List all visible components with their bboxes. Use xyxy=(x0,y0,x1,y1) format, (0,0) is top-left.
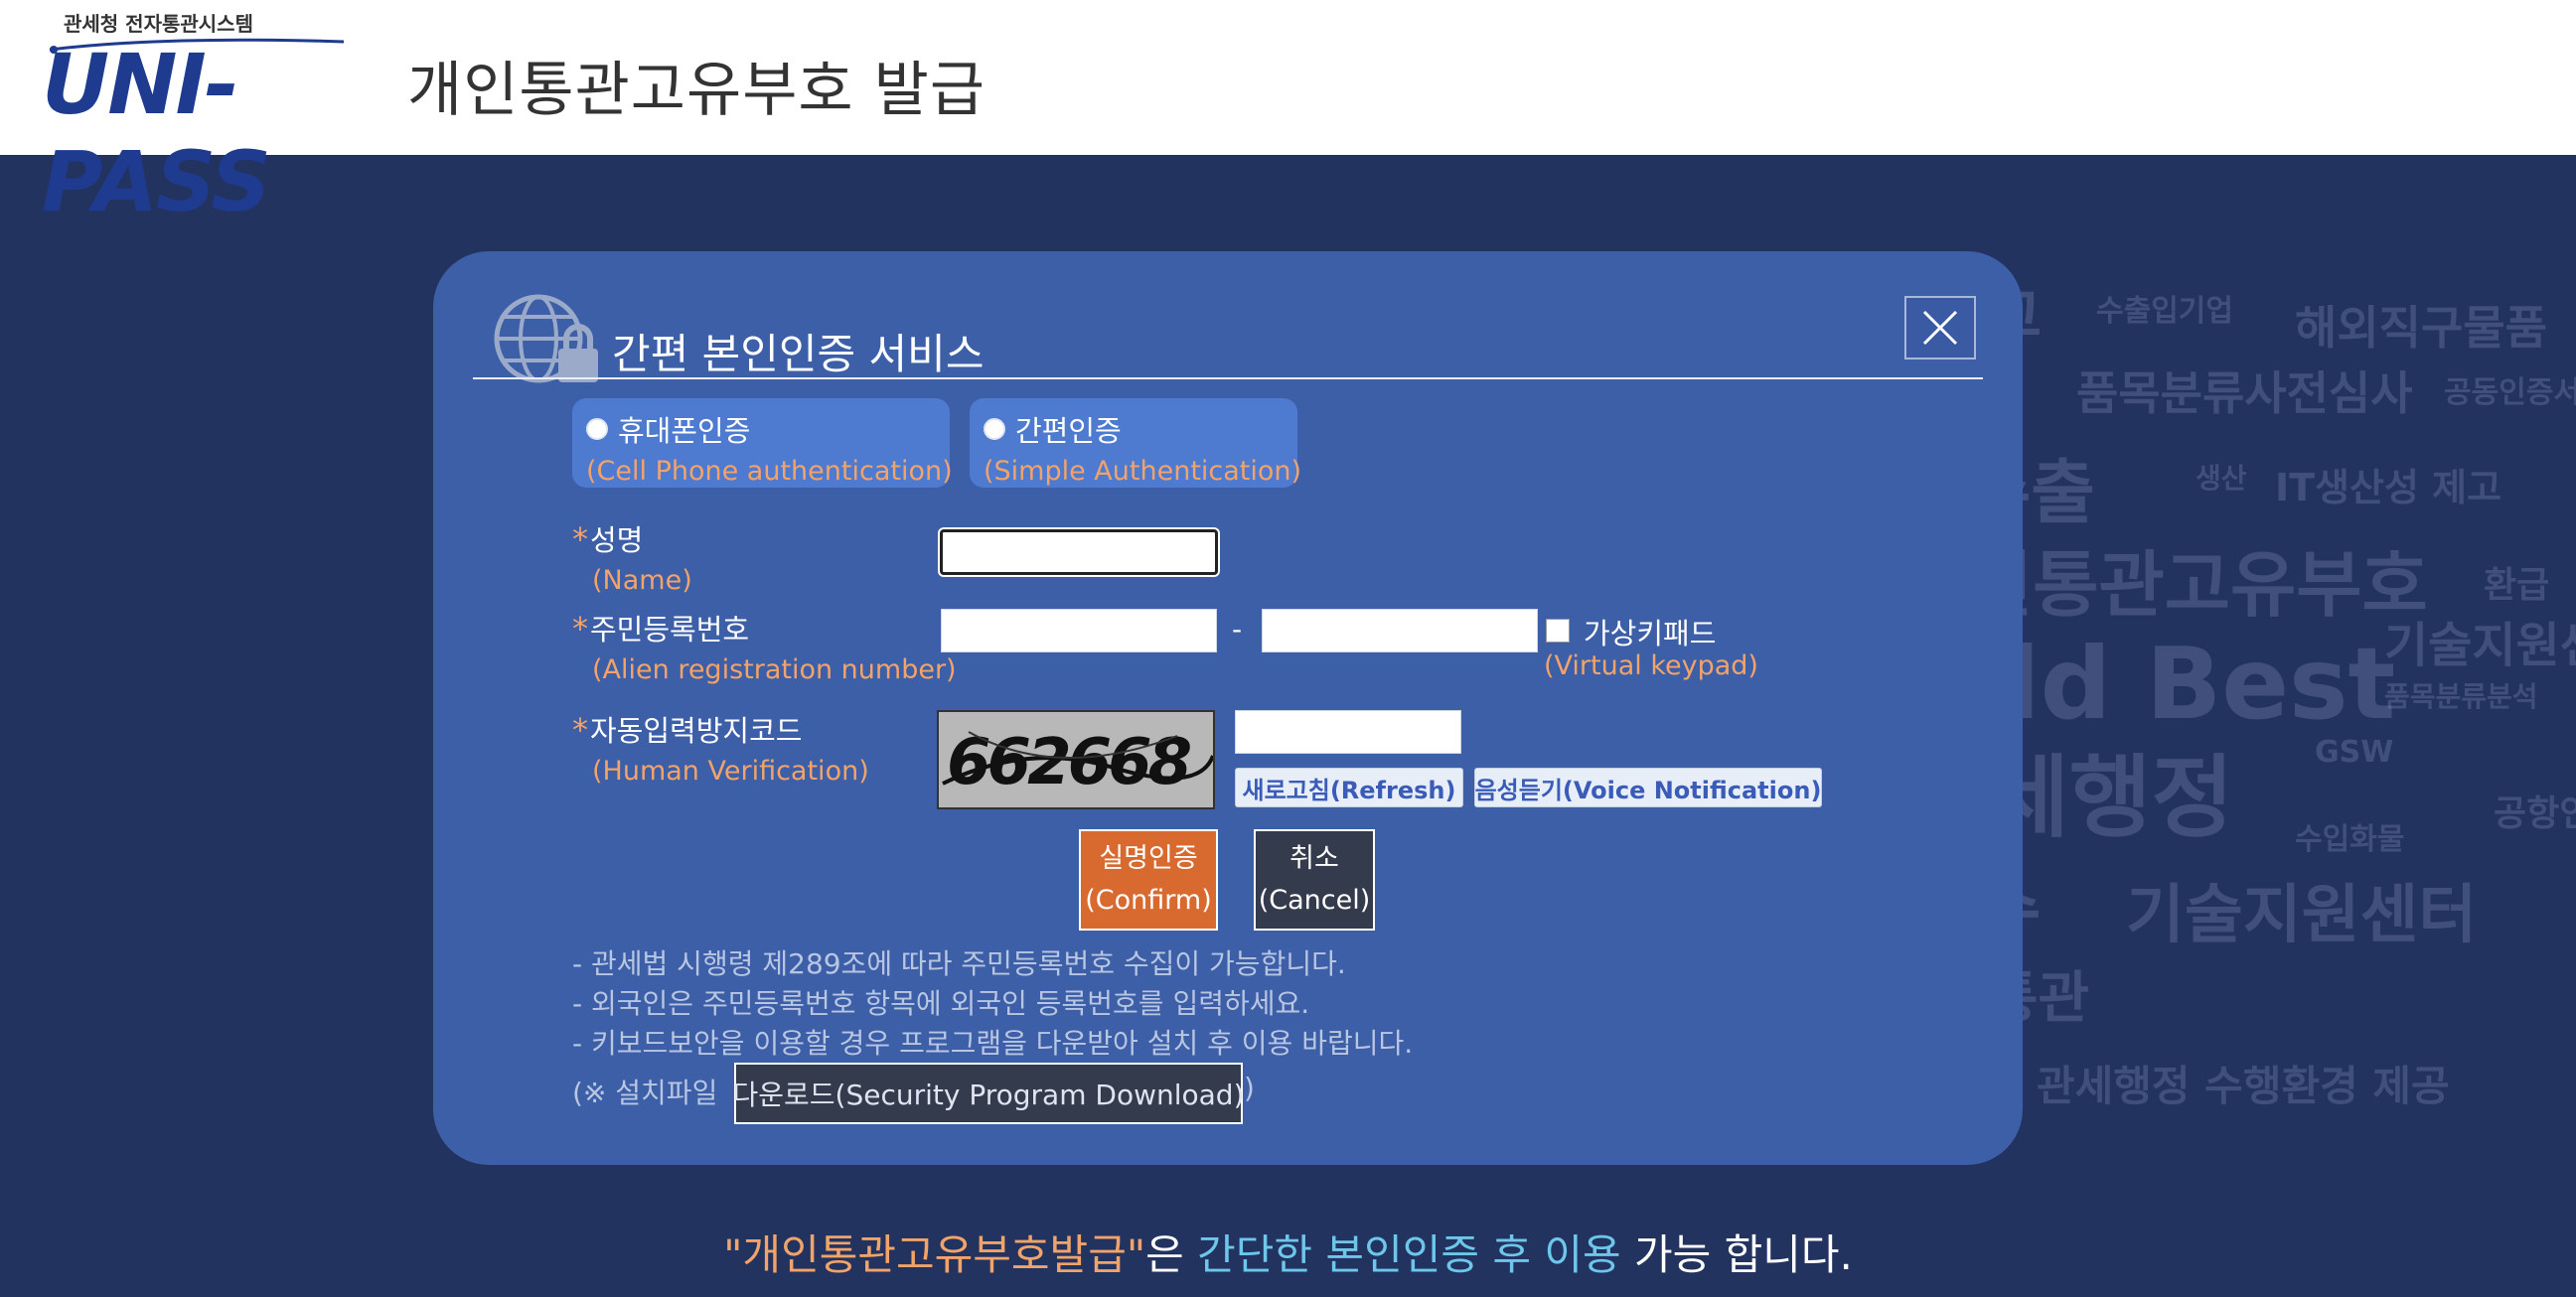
uni-pass-logo[interactable]: 관세청 전자통관시스템 UNI-PASS xyxy=(42,6,399,230)
radio-simple-auth[interactable] xyxy=(984,418,1005,440)
cloud-word: 해외직구물품 xyxy=(2295,301,2547,355)
header: 관세청 전자통관시스템 UNI-PASS 개인통관고유부호 발급 xyxy=(0,0,2576,230)
registration-label: *주민등록번호 (Alien registration number) xyxy=(572,610,957,685)
registration-dash: - xyxy=(1232,613,1243,646)
virtual-keypad-checkbox[interactable] xyxy=(1546,619,1570,643)
cloud-word: IT생산성 제고 xyxy=(2275,466,2502,509)
logo-text: UNI-PASS xyxy=(42,36,271,230)
tab-sublabel: (Cell Phone authentication) xyxy=(586,456,953,487)
cloud-word: 품목분류사전심사 xyxy=(2076,366,2413,420)
footer-message: "개인통관고유부호발급"은 간단한 본인인증 후 이용 가능 합니다. xyxy=(723,1230,1853,1279)
globe-lock-icon xyxy=(494,294,598,383)
radio-cell-phone[interactable] xyxy=(586,418,608,440)
name-label: *성명 (Name) xyxy=(572,520,692,596)
cloud-word: 수입화물 xyxy=(2295,822,2405,857)
virtual-keypad-sublabel: (Virtual keypad) xyxy=(1544,650,1758,681)
required-star: * xyxy=(572,711,588,749)
cloud-word: 인통관고유부호 xyxy=(1967,543,2428,627)
cancel-button[interactable]: 취소 (Cancel) xyxy=(1254,829,1375,931)
required-star: * xyxy=(572,520,588,558)
refresh-button[interactable]: 새로고침(Refresh) xyxy=(1235,768,1463,807)
tab-cell-phone-auth[interactable]: 휴대폰인증 (Cell Phone authentication) xyxy=(572,398,953,488)
cloud-word: 세행정 xyxy=(1987,746,2234,850)
captcha-input[interactable] xyxy=(1235,710,1461,754)
cloud-word: 공항인 xyxy=(2494,793,2576,834)
cloud-word: 생산 xyxy=(2196,462,2247,495)
confirm-button[interactable]: 실명인증 (Confirm) xyxy=(1079,829,1218,931)
notice-text: - 관세법 시행령 제289조에 따라 주민등록번호 수집이 가능합니다. xyxy=(572,947,1346,980)
modal-title: 간편 본인인증 서비스 xyxy=(612,330,985,378)
title-divider xyxy=(473,377,1983,379)
tab-label: 휴대폰인증 xyxy=(618,414,751,448)
logo-subtitle: 관세청 전자통관시스템 xyxy=(64,12,253,36)
install-prefix: (※ 설치파일 xyxy=(572,1077,718,1109)
notice-text: - 외국인은 주민등록번호 항목에 외국인 등록번호를 입력하세요. xyxy=(572,987,1310,1020)
cloud-word: GSW xyxy=(2315,735,2394,770)
name-input[interactable] xyxy=(940,529,1218,575)
auth-modal: 간편 본인인증 서비스 휴대폰인증 (Cell Phone authentica… xyxy=(433,251,2023,1165)
required-star: * xyxy=(572,610,588,648)
page-title: 개인통관고유부호 발급 xyxy=(407,56,986,125)
registration-number-back-input[interactable] xyxy=(1262,609,1538,652)
cloud-word: 품목분류분석 xyxy=(2384,680,2538,713)
registration-number-front-input[interactable] xyxy=(941,609,1217,652)
close-icon xyxy=(1922,310,1958,346)
install-suffix: ) xyxy=(1244,1072,1255,1104)
cloud-word: 기술지원센 xyxy=(2384,618,2576,673)
tab-label: 간편인증 xyxy=(1015,414,1122,448)
tab-sublabel: (Simple Authentication) xyxy=(984,456,1302,487)
close-button[interactable] xyxy=(1904,296,1976,360)
virtual-keypad-label: 가상키패드 xyxy=(1584,617,1717,650)
tab-simple-auth[interactable]: 간편인증 (Simple Authentication) xyxy=(970,398,1302,488)
captcha-label: *자동입력방지코드 (Human Verification) xyxy=(572,711,869,787)
cloud-word: 기술지원센터 xyxy=(2126,879,2478,952)
cloud-word: 수출입기업 xyxy=(2096,294,2233,329)
captcha-noise-icon xyxy=(942,731,1213,786)
background-word-cloud: 고 수출입기업 해외직구물품 업 품목분류사전심사 공동인증서 수출 생산 IT… xyxy=(1967,258,2576,1152)
cloud-word: 공동인증서 xyxy=(2444,375,2576,410)
cloud-word: 관세행정 수행환경 제공 xyxy=(2037,1062,2450,1110)
voice-notification-button[interactable]: 음성듣기(Voice Notification) xyxy=(1474,768,1822,807)
notice-text: - 키보드보안을 이용할 경우 프로그램을 다운받아 설치 후 이용 바랍니다. xyxy=(572,1027,1414,1060)
cloud-word: 환급 xyxy=(2484,565,2550,606)
security-program-download-button[interactable]: 다운로드(Security Program Download) xyxy=(733,1063,1245,1124)
captcha-image: 662668 xyxy=(937,710,1215,809)
